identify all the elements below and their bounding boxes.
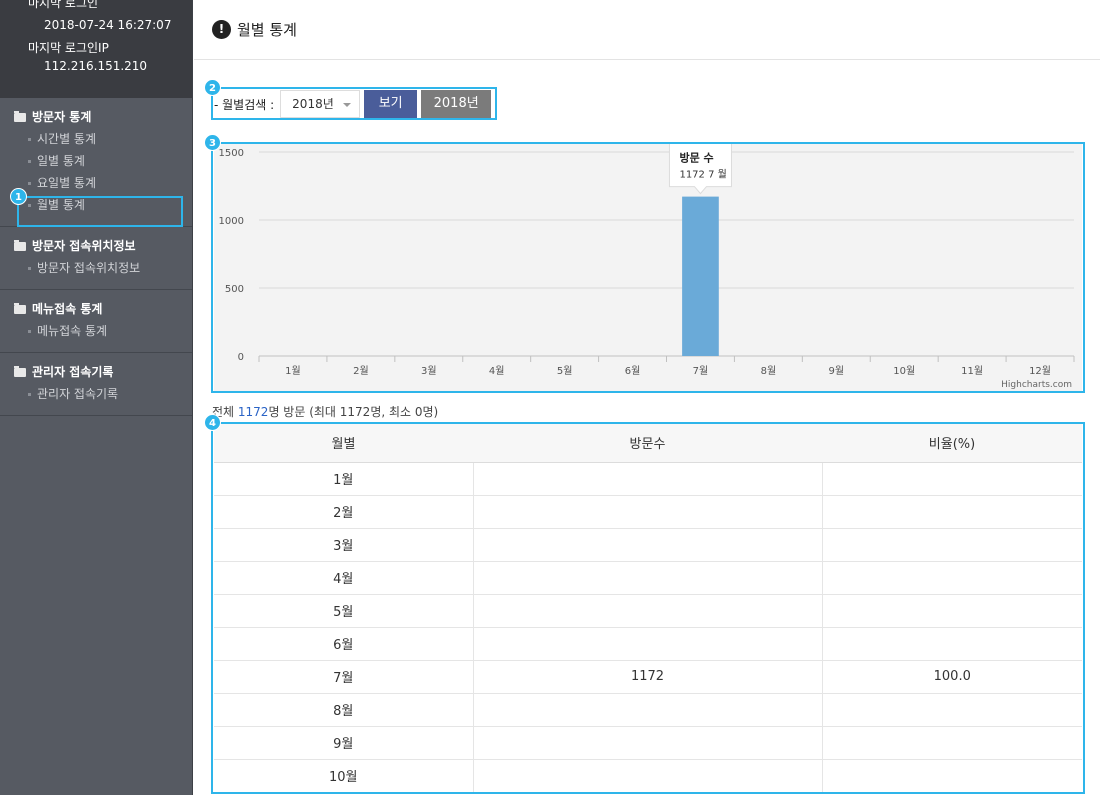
sidebar-item-hourly[interactable]: 시간별 통계 xyxy=(0,128,192,150)
menu-group-location: 방문자 접속위치정보 방문자 접속위치정보 xyxy=(0,227,192,290)
menu-title-visitor-stats[interactable]: 방문자 통계 xyxy=(0,106,192,128)
last-login-label: 마지막 로그인 xyxy=(28,0,99,10)
sidebar-item-location[interactable]: 방문자 접속위치정보 xyxy=(0,257,192,279)
sidebar-item-label: 관리자 접속기록 xyxy=(37,387,119,401)
menu-title-menu-stats[interactable]: 메뉴접속 통계 xyxy=(0,298,192,320)
callout-highlight-3 xyxy=(211,142,1085,393)
login-info: 마지막 로그인 2018-07-24 16:27:07 마지막 로그인IP 11… xyxy=(0,0,192,98)
menu-title-label: 방문자 접속위치정보 xyxy=(32,239,136,253)
sidebar-item-daily[interactable]: 일별 통계 xyxy=(0,150,192,172)
callout-badge-3: 3 xyxy=(204,134,221,151)
callout-highlight-2 xyxy=(211,87,497,120)
bullet-icon xyxy=(28,330,31,333)
menu-group-admin-log: 관리자 접속기록 관리자 접속기록 xyxy=(0,353,192,416)
folder-icon xyxy=(14,365,26,377)
folder-icon xyxy=(14,302,26,314)
menu-title-label: 관리자 접속기록 xyxy=(32,365,114,379)
menu-title-admin-log[interactable]: 관리자 접속기록 xyxy=(0,361,192,383)
callout-badge-1: 1 xyxy=(10,188,27,205)
visit-summary: 전체 1172명 방문 (최대 1172명, 최소 0명) xyxy=(212,403,438,420)
folder-icon xyxy=(14,110,26,122)
bullet-icon xyxy=(28,160,31,163)
summary-total: 1172 xyxy=(237,405,269,419)
sidebar-item-weekday[interactable]: 요일별 통계 xyxy=(0,172,192,194)
exclamation-icon: ! xyxy=(212,20,231,39)
page-header: ! 월별 통계 xyxy=(194,0,1100,60)
sidebar-item-label: 일별 통계 xyxy=(37,154,85,168)
last-login-value: 2018-07-24 16:27:07 xyxy=(44,18,172,32)
summary-suffix: 명 방문 (최대 1172명, 최소 0명) xyxy=(268,405,439,419)
page-title: 월별 통계 xyxy=(237,21,297,39)
sidebar-item-label: 요일별 통계 xyxy=(37,176,97,190)
callout-badge-2: 2 xyxy=(204,79,221,96)
menu-title-label: 메뉴접속 통계 xyxy=(32,302,103,316)
sidebar-item-menu-stats[interactable]: 메뉴접속 통계 xyxy=(0,320,192,342)
menu-group-menu-stats: 메뉴접속 통계 메뉴접속 통계 xyxy=(0,290,192,353)
sidebar-item-label: 방문자 접속위치정보 xyxy=(37,261,141,275)
sidebar: 마지막 로그인 2018-07-24 16:27:07 마지막 로그인IP 11… xyxy=(0,0,193,795)
bullet-icon xyxy=(28,267,31,270)
menu-title-label: 방문자 통계 xyxy=(32,110,92,124)
last-ip-value: 112.216.151.210 xyxy=(44,59,148,73)
sidebar-item-admin-log[interactable]: 관리자 접속기록 xyxy=(0,383,192,405)
bullet-icon xyxy=(28,182,31,185)
callout-highlight-1 xyxy=(17,196,183,227)
sidebar-item-label: 시간별 통계 xyxy=(37,132,97,146)
last-ip-label: 마지막 로그인IP xyxy=(28,41,109,55)
callout-highlight-4 xyxy=(211,422,1085,794)
bullet-icon xyxy=(28,138,31,141)
bullet-icon xyxy=(28,393,31,396)
callout-badge-4: 4 xyxy=(204,414,221,431)
sidebar-item-label: 메뉴접속 통계 xyxy=(37,324,108,338)
menu-title-location[interactable]: 방문자 접속위치정보 xyxy=(0,235,192,257)
folder-icon xyxy=(14,239,26,251)
